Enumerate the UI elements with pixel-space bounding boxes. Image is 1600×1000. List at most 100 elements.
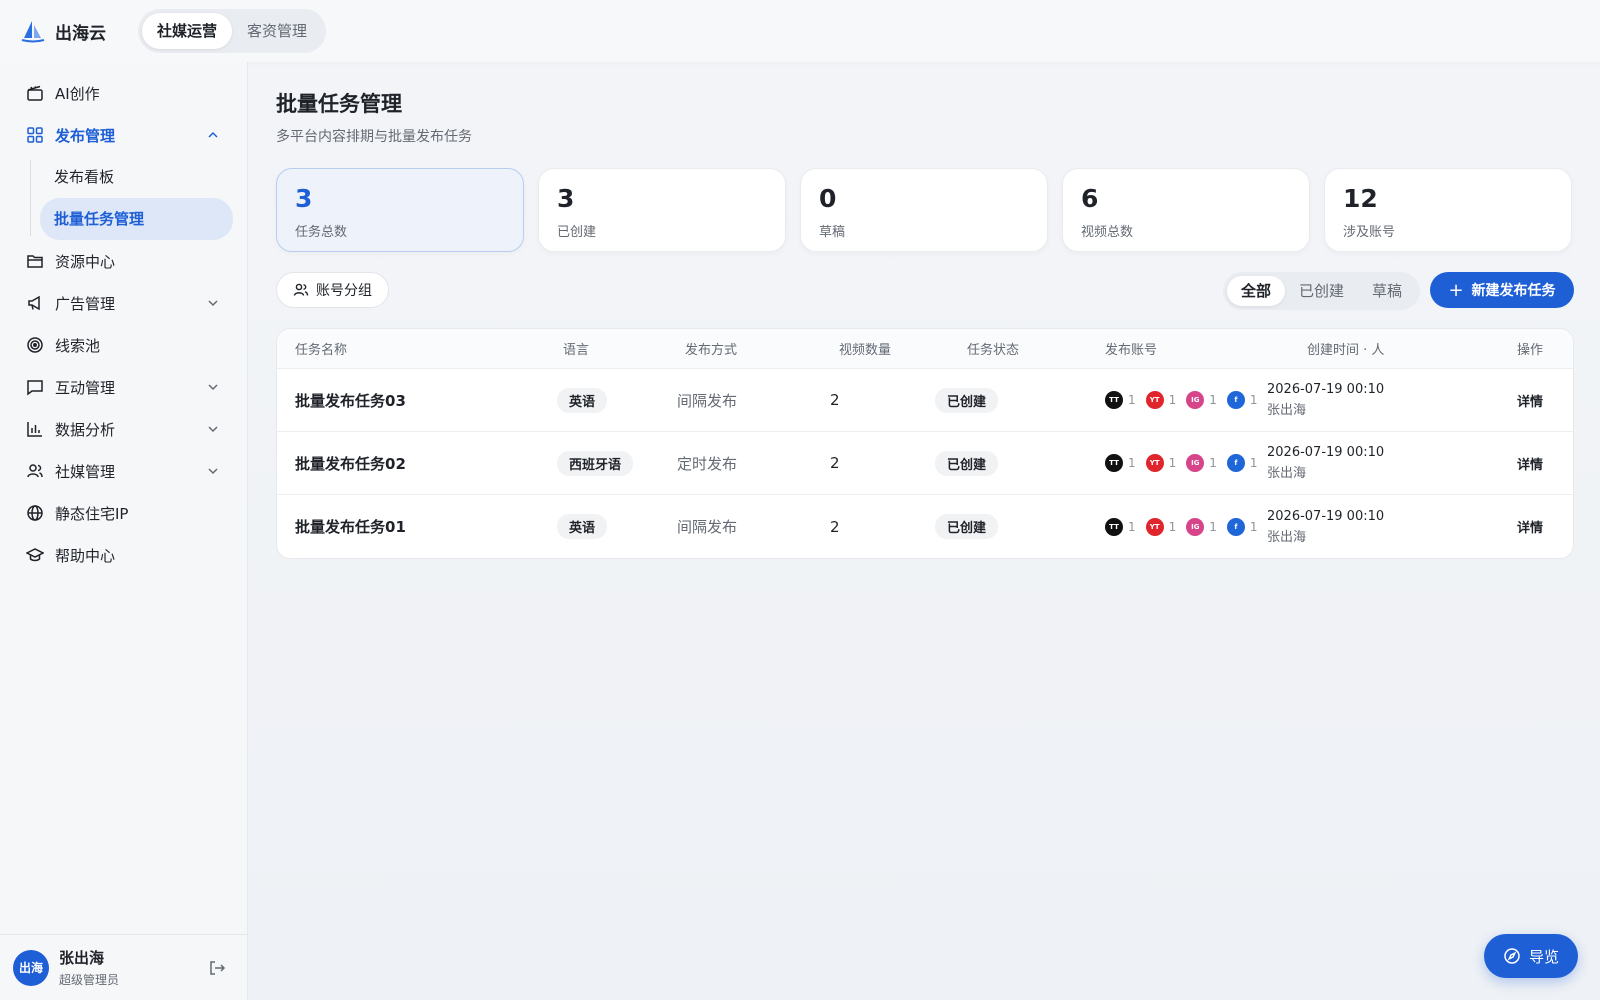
created-info: 2026-07-19 00:10 张出海	[1267, 509, 1384, 545]
video-count: 2	[830, 391, 840, 409]
top-bar: 出海云 社媒运营 客资管理	[0, 0, 1600, 62]
platform-count: 1	[1209, 456, 1217, 470]
target-icon	[26, 336, 44, 354]
sidebar-item-label: 静态住宅IP	[55, 504, 129, 523]
filter-created[interactable]: 已创建	[1285, 276, 1358, 306]
chevron-down-icon	[208, 468, 218, 475]
header-name[interactable]: 任务名称	[295, 339, 347, 358]
toolbar: 账号分组 全部 已创建 草稿 + 新建发布任务	[276, 272, 1574, 310]
sidebar-subitem-batch-tasks[interactable]: 批量任务管理	[40, 198, 233, 240]
sidebar-item-label: AI创作	[55, 84, 100, 103]
table-row[interactable]: 批量发布任务03 英语 间隔发布 2 已创建 TT 1 YT 1 IG 1 f 1 2026-07-19 …	[277, 369, 1573, 432]
platform-account: IG 1	[1186, 517, 1217, 536]
tab-leads[interactable]: 客资管理	[232, 13, 322, 49]
platform-account: YT 1	[1145, 391, 1177, 409]
platform-account: f1	[1226, 454, 1258, 472]
stat-card-videos[interactable]: 6 视频总数	[1062, 168, 1310, 252]
sidebar-subitem-publish-board[interactable]: 发布看板	[40, 156, 233, 198]
sidebar-item-resources[interactable]: 资源中心	[14, 240, 233, 282]
sidebar-item-label: 资源中心	[55, 252, 116, 271]
page-title: 批量任务管理	[276, 92, 402, 116]
sidebar-item-leads-pool[interactable]: 线索池	[14, 324, 233, 366]
stat-value: 6	[1081, 184, 1099, 213]
tab-social-ops[interactable]: 社媒运营	[142, 13, 233, 49]
status-filter: 全部 已创建 草稿	[1222, 272, 1420, 310]
sidebar-item-static-ip[interactable]: 静态住宅IP	[14, 492, 233, 534]
user-profile[interactable]: 出海 张出海 超级管理员	[0, 934, 248, 1000]
users-icon	[26, 462, 44, 480]
sidebar-item-label: 数据分析	[55, 420, 116, 439]
platform-account: f1	[1226, 391, 1258, 409]
platform-account: TT 1	[1105, 517, 1136, 536]
filter-all[interactable]: 全部	[1226, 276, 1285, 306]
sidebar-item-interaction[interactable]: 互动管理	[14, 366, 233, 408]
filter-draft[interactable]: 草稿	[1358, 276, 1416, 306]
header-lang[interactable]: 语言	[563, 339, 589, 358]
task-name: 批量发布任务03	[295, 391, 406, 410]
platform-account: f1	[1226, 517, 1258, 536]
platform-icon: TT	[1105, 391, 1123, 409]
folder-icon	[26, 252, 44, 270]
task-name: 批量发布任务01	[295, 518, 406, 536]
stats-cards: 3 任务总数 3 已创建 0 草稿 6 视频总数 12 涉及账号	[276, 168, 1574, 252]
stat-value: 12	[1343, 184, 1378, 213]
sidebar-item-publish[interactable]: 发布管理	[14, 114, 233, 156]
platform-icon: IG	[1186, 391, 1205, 409]
clapperboard-icon	[26, 84, 44, 102]
stat-card-drafts[interactable]: 0 草稿	[800, 168, 1048, 252]
logout-icon[interactable]	[208, 959, 226, 977]
platform-account: IG 1	[1186, 454, 1217, 472]
platform-count: 1	[1249, 393, 1258, 407]
sidebar-item-ads[interactable]: 广告管理	[14, 282, 233, 324]
created-by: 张出海	[1267, 403, 1307, 418]
header-time[interactable]: 创建时间 · 人	[1307, 339, 1384, 358]
stat-card-accounts[interactable]: 12 涉及账号	[1324, 168, 1572, 252]
status-badge: 已创建	[935, 387, 999, 413]
language-cell: 西班牙语	[557, 450, 634, 476]
sidebar-item-ai-create[interactable]: AI创作	[14, 72, 233, 114]
bar-chart-icon	[26, 420, 44, 438]
header-accounts[interactable]: 发布账号	[1105, 339, 1157, 358]
detail-link[interactable]: 详情	[1517, 454, 1543, 473]
sidebar-item-label: 发布管理	[55, 126, 116, 145]
platform-account: YT 1	[1145, 517, 1176, 536]
created-time: 2026-07-19 00:10	[1267, 382, 1385, 397]
sidebar-subnav-publish: 发布看板 批量任务管理	[28, 156, 247, 240]
platform-count: 1	[1209, 519, 1217, 534]
new-publish-task-button[interactable]: + 新建发布任务	[1430, 272, 1574, 308]
table-row[interactable]: 批量发布任务02 西班牙语 定时发布 2 已创建 TT 1 YT 1 IG 1 f 1 2026-07-1…	[277, 432, 1573, 495]
platform-icon: f	[1226, 517, 1245, 536]
language-cell: 英语	[557, 387, 608, 413]
platform-count: 1	[1128, 456, 1136, 470]
user-role: 超级管理员	[59, 973, 120, 987]
sidebar-item-help[interactable]: 帮助中心	[14, 534, 233, 576]
header-status[interactable]: 任务状态	[967, 339, 1019, 358]
platform-account: IG 1	[1186, 391, 1217, 409]
platform-count: 1	[1168, 393, 1177, 407]
sidebar-item-analytics[interactable]: 数据分析	[14, 408, 233, 450]
task-name: 批量发布任务02	[295, 454, 406, 473]
table-header: 任务名称 语言 发布方式 视频数量 任务状态 发布账号 创建时间 · 人 操作	[277, 329, 1573, 369]
table-row[interactable]: 批量发布任务01 英语 间隔发布 2 已创建 TT 1 YT 1 IG 1 f 1 2026-07-19 …	[277, 495, 1573, 558]
detail-link[interactable]: 详情	[1517, 391, 1543, 410]
guide-button[interactable]: 导览	[1484, 934, 1578, 978]
video-count: 2	[830, 517, 840, 536]
sidebar-item-social[interactable]: 社媒管理	[14, 450, 233, 492]
status-cell: 已创建	[935, 387, 999, 413]
user-info: 张出海 超级管理员	[59, 947, 119, 988]
header-count[interactable]: 视频数量	[839, 339, 891, 358]
publish-method: 间隔发布	[677, 518, 738, 536]
platform-count: 1	[1209, 393, 1217, 407]
app-name: 出海云	[55, 23, 106, 44]
app-logo[interactable]: 出海云	[20, 18, 138, 44]
platform-icon: YT	[1145, 391, 1164, 409]
stat-card-total[interactable]: 3 任务总数	[276, 168, 524, 252]
platform-count: 1	[1249, 456, 1258, 470]
header-method[interactable]: 发布方式	[685, 339, 737, 358]
stat-label: 草稿	[819, 225, 846, 240]
stat-card-created[interactable]: 3 已创建	[538, 168, 786, 252]
account-group-button[interactable]: 账号分组	[276, 272, 389, 308]
sidebar-nav: AI创作 发布管理 发布看板 批量任务管理 资源中心 广告管理 线索池 互动管理	[0, 62, 247, 576]
detail-link[interactable]: 详情	[1517, 517, 1543, 536]
platform-icon: YT	[1145, 454, 1164, 472]
